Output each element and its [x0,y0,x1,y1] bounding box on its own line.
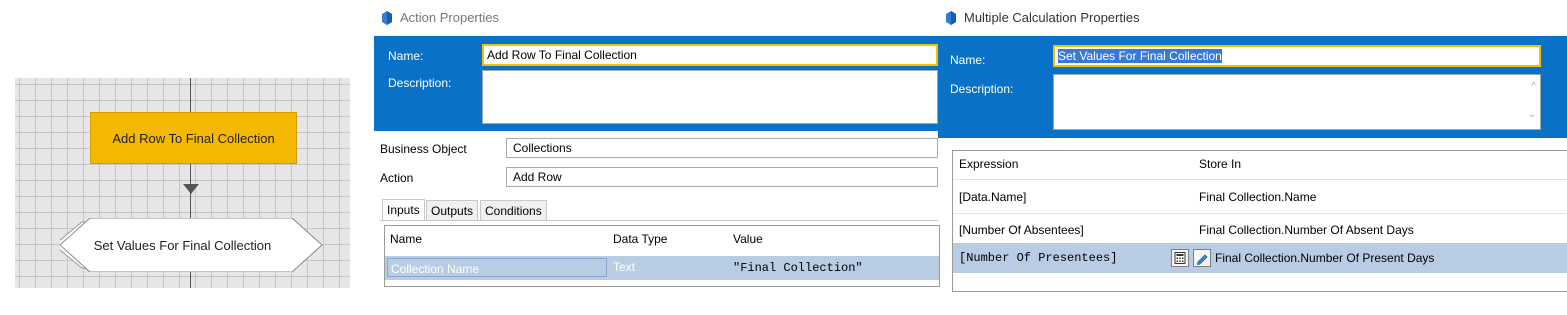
scroll-down-icon[interactable]: ⌄ [1528,109,1536,120]
tab-outputs[interactable]: Outputs [426,200,479,221]
row-name-cell[interactable]: Collection Name [387,258,607,277]
tab-inputs[interactable]: Inputs [382,199,425,221]
expression-cell[interactable]: [Data.Name] [959,190,1026,204]
table-row[interactable]: [Number Of Presentees] Final Collection.… [953,243,1567,273]
expression-cell[interactable]: [Number Of Absentees] [959,223,1084,237]
store-in-cell[interactable]: Final Collection.Number Of Present Days [1215,251,1434,265]
grid-divider [953,179,1567,180]
name-field[interactable]: Set Values For Final Collection [1053,45,1541,67]
name-label: Name: [388,49,424,63]
action-properties-window: Action Properties Name: Add Row To Final… [372,0,940,315]
description-field[interactable] [482,70,938,124]
name-field-selected-text: Set Values For Final Collection [1058,49,1222,63]
tab-divider [380,220,938,221]
action-stage[interactable]: Add Row To Final Collection [90,112,297,164]
calculator-glyph [1174,252,1186,264]
grid-header-value: Value [733,232,763,246]
inputs-grid: Name Data Type Value Collection Name Tex… [384,225,940,287]
multi-calc-stage[interactable]: Set Values For Final Collection [60,218,330,272]
row-type-cell: Text [613,260,636,274]
store-in-cell[interactable]: Final Collection.Number Of Absent Days [1199,223,1414,237]
edit-glyph [1196,253,1208,265]
expression-cell[interactable]: [Number Of Presentees] [959,251,1117,265]
connector-line [190,78,191,112]
action-stage-label: Add Row To Final Collection [112,130,275,146]
window-title: Action Properties [380,10,499,25]
description-label: Description: [950,82,1014,96]
grid-header-expression: Expression [959,157,1019,171]
process-canvas[interactable]: Add Row To Final Collection Set Values F… [15,78,350,288]
store-in-cell[interactable]: Final Collection.Name [1199,190,1316,204]
window-title-text: Multiple Calculation Properties [964,10,1140,25]
grid-header-store-in: Store In [1199,157,1242,171]
properties-icon [382,10,392,25]
description-label: Description: [388,76,452,90]
table-row[interactable]: Collection Name Text "Final Collection" [385,256,939,280]
table-row[interactable]: [Number Of Absentees] Final Collection.N… [953,214,1567,242]
properties-header: Name: Add Row To Final Collection Descri… [374,36,938,131]
multi-calc-properties-window: Multiple Calculation Properties Name: Se… [938,0,1567,315]
multi-calc-stage-label: Set Values For Final Collection [93,237,272,253]
scroll-up-icon[interactable]: ^ [1531,81,1536,92]
calculations-grid: Expression Store In [Data.Name] Final Co… [952,150,1567,292]
window-title-text: Action Properties [400,10,499,25]
properties-header: Name: Set Values For Final Collection De… [938,36,1567,138]
grid-header-type: Data Type [613,232,668,246]
calculator-icon[interactable] [1171,249,1189,267]
window-title: Multiple Calculation Properties [944,10,1140,25]
business-object-dropdown[interactable]: Collections [506,138,938,158]
action-dropdown[interactable]: Add Row [506,167,938,187]
name-label: Name: [950,53,986,67]
action-label: Action [380,171,414,185]
table-row[interactable]: [Data.Name] Final Collection.Name [953,181,1567,209]
row-value-cell[interactable]: "Final Collection" [733,261,863,275]
edit-icon[interactable] [1193,249,1211,267]
name-field[interactable]: Add Row To Final Collection [482,44,938,66]
tab-conditions[interactable]: Conditions [480,200,547,221]
business-object-label: Business Object [380,142,467,156]
connector-line [190,272,191,288]
properties-icon [946,10,956,25]
grid-header-name: Name [390,232,423,246]
connector-arrow-icon [183,184,199,194]
description-field[interactable]: ^ ⌄ [1053,74,1541,130]
